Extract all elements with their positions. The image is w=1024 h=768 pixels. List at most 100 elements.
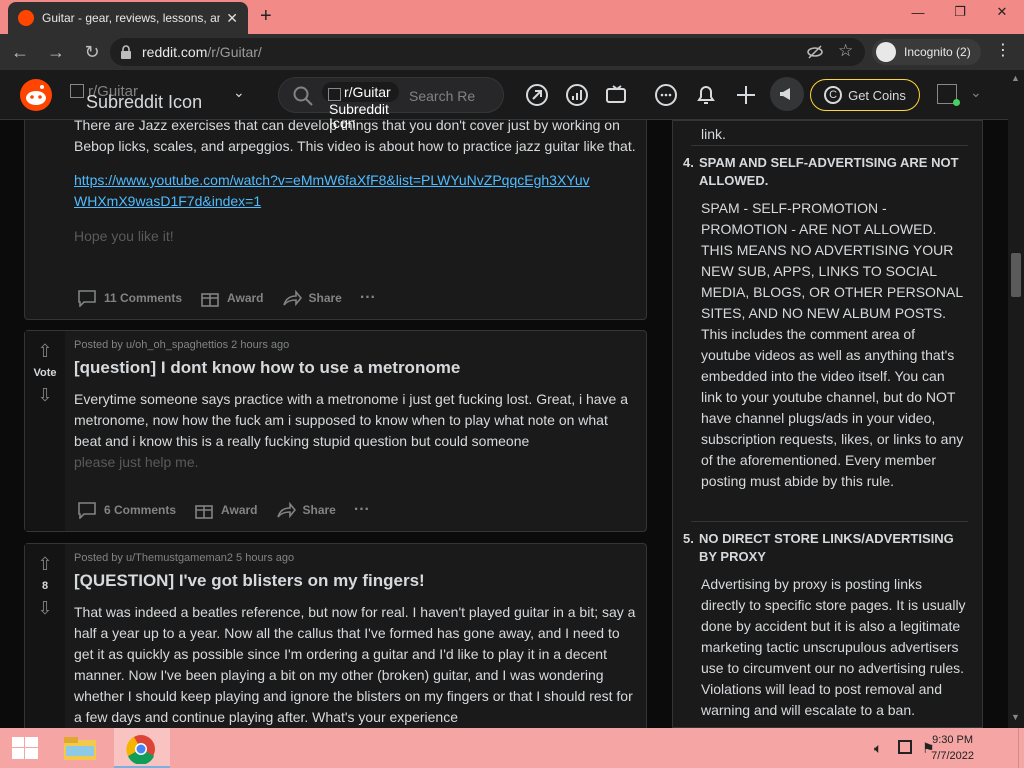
share-icon bbox=[282, 289, 302, 307]
chrome-icon bbox=[126, 735, 155, 764]
stats-chart-icon[interactable] bbox=[564, 82, 590, 108]
post-meta: Posted by u/Themustgameman2 5 hours ago bbox=[74, 552, 295, 564]
coin-icon: C bbox=[824, 86, 843, 104]
reddit-logo-icon[interactable] bbox=[20, 79, 52, 111]
incognito-badge[interactable]: Incognito (2) bbox=[872, 39, 981, 65]
post-card[interactable]: ⇧ 8 ⇩ Posted by u/Themustgameman2 5 hour… bbox=[24, 543, 647, 728]
comments-button[interactable]: 11 Comments bbox=[77, 289, 182, 307]
post-card[interactable]: There are Jazz exercises that can develo… bbox=[24, 120, 647, 320]
browser-tab[interactable]: Guitar - gear, reviews, lessons, an ✕ bbox=[8, 2, 248, 34]
chat-icon[interactable] bbox=[653, 82, 679, 108]
system-clock[interactable]: 9:30 PM 7/7/2022 bbox=[931, 732, 974, 764]
share-button[interactable]: Share bbox=[276, 501, 336, 519]
lock-icon bbox=[121, 45, 131, 59]
vote-column: ⇧ Vote ⇩ bbox=[25, 331, 65, 531]
rule-title: SPAM AND SELF-ADVERTISING ARE NOT ALLOWE… bbox=[699, 155, 959, 188]
subreddit-switcher[interactable]: r/Guitar Subreddit Icon ⌄ bbox=[70, 70, 260, 120]
vote-column: ⇧ 8 ⇩ bbox=[25, 544, 65, 728]
post-title[interactable]: [QUESTION] I've got blisters on my finge… bbox=[74, 570, 636, 592]
upvote-arrow-icon[interactable]: ⇧ bbox=[37, 554, 52, 574]
award-button[interactable]: Award bbox=[200, 289, 264, 307]
page-scrollbar[interactable]: ▲ ▼ bbox=[1008, 70, 1024, 728]
tracking-eye-off-icon[interactable] bbox=[807, 44, 823, 60]
network-icon[interactable] bbox=[898, 740, 912, 754]
search-subreddit-chip[interactable]: r/Guitar Subreddit Icon bbox=[322, 82, 399, 130]
post-meta: Posted by u/oh_oh_spaghettios 2 hours ag… bbox=[74, 339, 290, 351]
rule-5[interactable]: 5. NO DIRECT STORE LINKS/ADVERTISING BY P… bbox=[683, 530, 968, 721]
comments-label: 11 Comments bbox=[104, 291, 183, 305]
vote-count: Vote bbox=[33, 367, 57, 379]
browser-tab-strip: Guitar - gear, reviews, lessons, an ✕ + … bbox=[0, 0, 1024, 34]
create-post-plus-icon[interactable] bbox=[733, 82, 759, 108]
video-icon[interactable] bbox=[604, 82, 630, 108]
broken-image-icon bbox=[70, 84, 84, 98]
award-label: Award bbox=[227, 291, 264, 305]
rule-4[interactable]: 4. SPAM AND SELF-ADVERTISING ARE NOT ALLO… bbox=[683, 154, 968, 492]
url-path: /r/Guitar/ bbox=[207, 44, 262, 60]
comments-button[interactable]: 6 Comments bbox=[77, 501, 176, 519]
advertise-megaphone-icon[interactable] bbox=[770, 77, 804, 111]
user-menu[interactable]: ⌄ bbox=[934, 82, 984, 108]
share-label: Share bbox=[302, 503, 336, 517]
comment-icon bbox=[78, 290, 96, 307]
more-options-icon[interactable]: ··· bbox=[354, 501, 370, 519]
post-link[interactable]: https://www.youtube.com/watch?v=eMmW6faX… bbox=[74, 170, 594, 212]
tab-title: Guitar - gear, reviews, lessons, an bbox=[42, 11, 221, 25]
share-icon bbox=[276, 501, 296, 519]
award-label: Award bbox=[221, 503, 258, 517]
rule-heading: 5. NO DIRECT STORE LINKS/ADVERTISING BY P… bbox=[683, 530, 968, 566]
chrome-taskbar-button[interactable] bbox=[114, 728, 170, 768]
divider bbox=[691, 145, 968, 146]
windows-start-icon[interactable] bbox=[12, 737, 38, 759]
post-title[interactable]: [question] I dont know how to use a metr… bbox=[74, 357, 636, 379]
share-button[interactable]: Share bbox=[282, 289, 342, 307]
reddit-header: r/Guitar Subreddit Icon ⌄ Search Re C Ge… bbox=[0, 70, 1024, 120]
rule-text: Advertising by proxy is posting links di… bbox=[701, 576, 966, 718]
minimize-button[interactable]: — bbox=[897, 0, 939, 24]
post-card[interactable]: ⇧ Vote ⇩ Posted by u/oh_oh_spaghettios 2… bbox=[24, 330, 647, 532]
search-placeholder: Search Re bbox=[409, 88, 476, 104]
more-options-icon[interactable]: ··· bbox=[360, 289, 376, 307]
broken-image-icon bbox=[328, 88, 341, 101]
browser-menu-icon[interactable]: ⋮ bbox=[995, 42, 1011, 60]
scroll-down-icon[interactable]: ▼ bbox=[1011, 712, 1020, 722]
subreddit-icon-alt-text: Subreddit Icon bbox=[86, 92, 203, 112]
address-bar[interactable]: reddit.com/r/Guitar/ ☆ bbox=[110, 38, 865, 66]
back-icon[interactable]: ← bbox=[4, 36, 36, 68]
post-body-text: Everytime someone says practice with a m… bbox=[74, 391, 629, 449]
notifications-bell-icon[interactable] bbox=[693, 82, 719, 108]
post-feed: There are Jazz exercises that can develo… bbox=[24, 120, 648, 728]
close-window-button[interactable]: ✕ bbox=[981, 0, 1023, 24]
downvote-arrow-icon[interactable]: ⇩ bbox=[37, 598, 52, 618]
award-button[interactable]: Award bbox=[194, 501, 258, 519]
upvote-arrow-icon[interactable]: ⇧ bbox=[37, 341, 52, 361]
volume-muted-icon[interactable]: 🔈︎ bbox=[874, 740, 882, 757]
reload-icon[interactable]: ↻ bbox=[76, 36, 108, 68]
restore-button[interactable]: ❐ bbox=[939, 0, 981, 24]
new-tab-button[interactable]: + bbox=[260, 6, 272, 26]
share-label: Share bbox=[308, 291, 342, 305]
search-icon bbox=[293, 86, 313, 106]
forward-icon[interactable]: → bbox=[40, 36, 72, 68]
scrollbar-thumb[interactable] bbox=[1011, 253, 1021, 297]
clock-date: 7/7/2022 bbox=[931, 750, 974, 762]
file-explorer-icon[interactable] bbox=[62, 734, 98, 762]
comment-icon bbox=[78, 502, 96, 519]
downvote-arrow-icon[interactable]: ⇩ bbox=[37, 385, 52, 405]
chevron-down-icon: ⌄ bbox=[233, 84, 245, 100]
rule-number: 4. bbox=[683, 155, 694, 170]
chevron-down-icon: ⌄ bbox=[970, 84, 982, 100]
comments-label: 6 Comments bbox=[104, 503, 177, 517]
scroll-up-icon[interactable]: ▲ bbox=[1011, 73, 1020, 83]
browser-toolbar: ← → ↻ reddit.com/r/Guitar/ ☆ Incognito (… bbox=[0, 34, 1024, 70]
show-desktop-button[interactable] bbox=[1018, 728, 1024, 768]
get-coins-button[interactable]: C Get Coins bbox=[810, 79, 920, 111]
upvote-trending-icon[interactable] bbox=[524, 82, 550, 108]
rule-number: 5. bbox=[683, 531, 694, 546]
vote-count: 8 bbox=[41, 580, 49, 592]
bookmark-star-icon[interactable]: ☆ bbox=[838, 41, 853, 61]
rule-title: NO DIRECT STORE LINKS/ADVERTISING BY PRO… bbox=[699, 531, 954, 564]
post-body-text: That was indeed a beatles reference, but… bbox=[74, 604, 636, 725]
search-chip-alt-text: Subreddit Icon bbox=[329, 101, 389, 131]
close-tab-icon[interactable]: ✕ bbox=[226, 10, 238, 27]
